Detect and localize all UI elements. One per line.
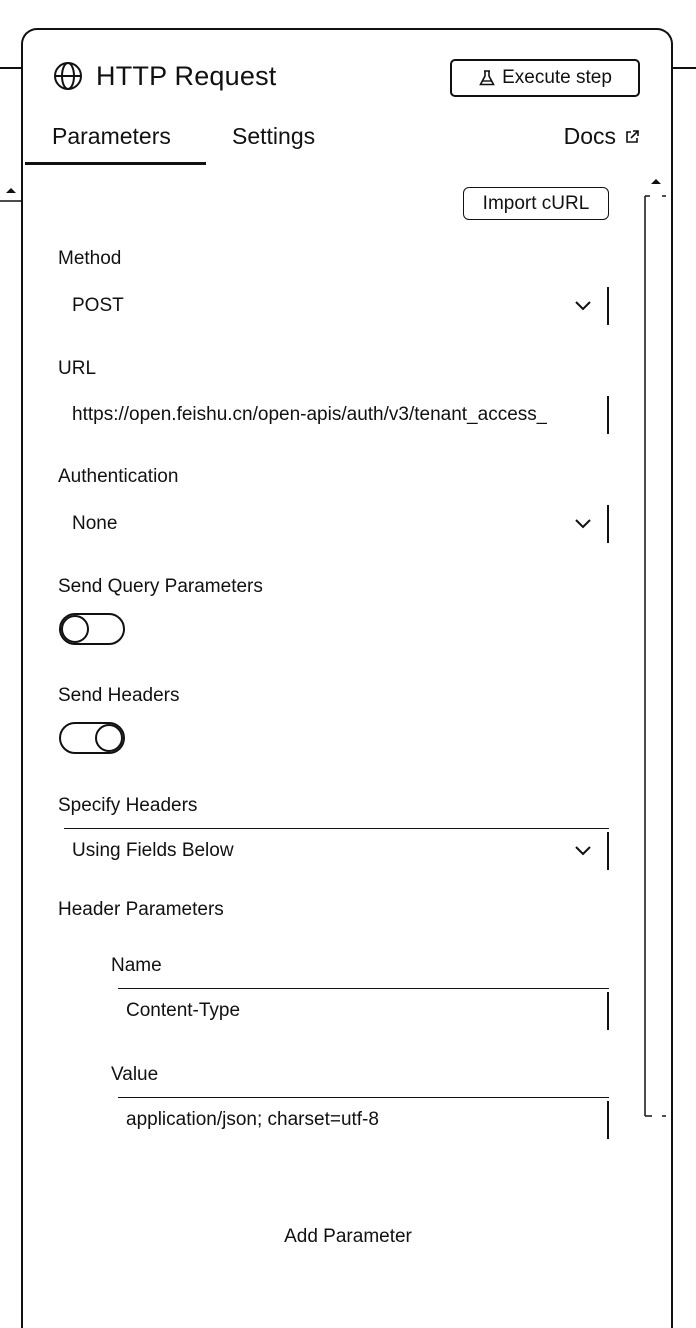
docs-link[interactable]: Docs: [564, 123, 640, 150]
panel-header: HTTP Request: [52, 60, 276, 92]
execute-step-button[interactable]: Execute step: [450, 59, 640, 97]
field-edge: [607, 505, 609, 543]
header-name-label: Name: [111, 955, 162, 976]
specify-headers-label: Specify Headers: [58, 795, 198, 816]
header-name-value: Content-Type: [126, 1000, 241, 1021]
authentication-select[interactable]: None: [64, 501, 609, 547]
tab-parameters[interactable]: Parameters: [52, 123, 171, 150]
authentication-label: Authentication: [58, 466, 179, 487]
url-label: URL: [58, 358, 97, 379]
field-edge: [607, 287, 609, 325]
import-curl-button[interactable]: Import cURL: [463, 187, 609, 220]
specify-headers-select[interactable]: Using Fields Below: [64, 828, 609, 874]
send-headers-label: Send Headers: [58, 685, 180, 706]
send-query-label: Send Query Parameters: [58, 576, 263, 597]
frame-divider-right: [672, 67, 696, 69]
header-value-value: application/json; charset=utf-8: [126, 1109, 379, 1130]
field-border: [118, 988, 609, 989]
docs-label: Docs: [563, 123, 616, 149]
header-parameters-label: Header Parameters: [58, 899, 224, 920]
method-label: Method: [58, 248, 122, 269]
field-edge: [607, 992, 609, 1030]
method-value: POST: [72, 295, 124, 316]
url-input[interactable]: https://open.feishu.cn/open-apis/auth/v3…: [64, 392, 609, 438]
tab-settings[interactable]: Settings: [232, 123, 315, 150]
method-select[interactable]: POST: [64, 283, 609, 329]
external-link-icon: [626, 129, 639, 143]
field-edge: [607, 832, 609, 870]
send-headers-toggle[interactable]: [59, 722, 125, 754]
field-border: [118, 1097, 609, 1098]
header-value-input[interactable]: application/json; charset=utf-8: [118, 1097, 609, 1143]
send-query-toggle[interactable]: [59, 613, 125, 645]
right-scrollbar[interactable]: [644, 176, 668, 1120]
chevron-down-icon: [575, 519, 591, 529]
panel-title: HTTP Request: [96, 60, 277, 91]
add-parameter-button[interactable]: Add Parameter: [0, 1226, 696, 1248]
import-curl-label: Import cURL: [482, 192, 590, 214]
flask-icon: [479, 70, 495, 86]
execute-step-label: Execute step: [502, 67, 612, 88]
active-tab-indicator: [25, 162, 206, 165]
specify-headers-value: Using Fields Below: [72, 840, 234, 861]
frame-divider-left: [0, 67, 22, 69]
header-name-input[interactable]: Content-Type: [118, 988, 609, 1034]
chevron-down-icon: [575, 301, 591, 311]
field-edge: [607, 396, 609, 434]
add-parameter-label: Add Parameter: [284, 1226, 412, 1247]
globe-icon: [54, 62, 82, 90]
authentication-value: None: [72, 513, 118, 534]
header-value-label: Value: [111, 1064, 159, 1085]
chevron-down-icon: [575, 846, 591, 856]
field-edge: [607, 1101, 609, 1139]
field-border: [64, 828, 609, 829]
left-scroll-arrow[interactable]: [0, 185, 24, 205]
url-value: https://open.feishu.cn/open-apis/auth/v3…: [72, 404, 548, 425]
